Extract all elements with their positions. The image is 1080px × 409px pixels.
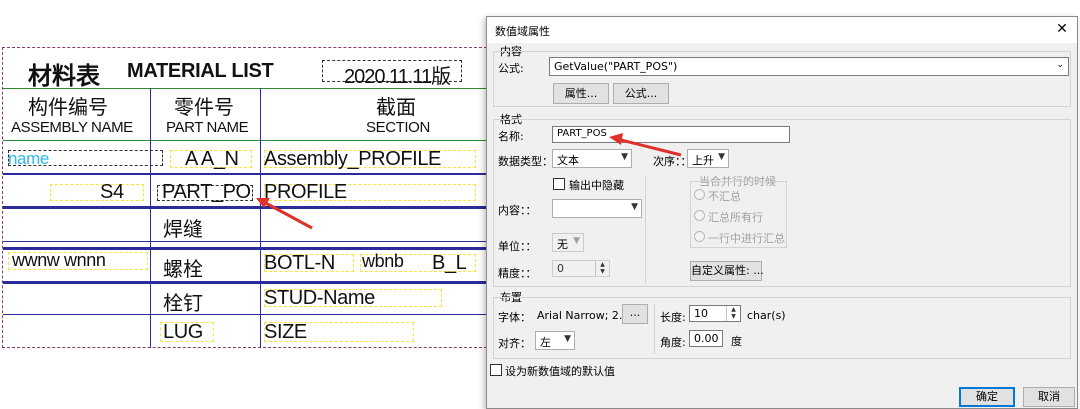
radio-summary-all[interactable] (694, 210, 705, 221)
font-value: Arial Narrow; 2.5 (537, 309, 630, 322)
align-value: 左 (540, 336, 551, 349)
order-select[interactable]: 上升 ▼ (687, 149, 729, 168)
hide-in-output-label: 输出中隐藏 (569, 179, 624, 192)
format-separator (645, 175, 646, 283)
assembly-name-field: name (8, 149, 49, 168)
font-button[interactable]: ... (622, 304, 648, 324)
precision-spinner[interactable]: ▲ ▼ (595, 261, 609, 276)
chevron-down-icon: ▼ (631, 202, 638, 212)
header-section-en: SECTION (366, 119, 430, 136)
row-line-5 (3, 314, 491, 315)
default-checkbox-label: 设为新数值域的默认值 (505, 365, 615, 378)
header-section-cn: 截面 (376, 95, 416, 119)
chevron-down-icon: ▼ (573, 236, 580, 246)
header-assembly-en: ASSEMBLY NAME (11, 119, 133, 136)
angle-unit: 度 (731, 335, 742, 348)
header-bottom-line (3, 140, 491, 141)
row1-section: Assembly_PROFILE (264, 148, 441, 170)
row3-part: 焊缝 (163, 217, 203, 241)
row-line-3 (3, 241, 491, 242)
row-line-4 (3, 281, 491, 284)
column-divider-1 (150, 88, 151, 348)
length-unit: char(s) (747, 309, 786, 322)
row1-part: A A_N (185, 148, 239, 170)
formula-button[interactable]: 公式... (613, 83, 669, 104)
layout-group (493, 297, 1071, 359)
row2-part-pos: PART_PO (162, 181, 251, 203)
row5-part: 栓钉 (163, 291, 203, 315)
angle-input[interactable]: 0.00 (689, 330, 723, 347)
order-value: 上升 (692, 154, 714, 167)
align-select[interactable]: 左 ▼ (535, 331, 575, 350)
unit-label: 单位：： (498, 240, 537, 253)
unit-value: 无 (557, 238, 568, 251)
close-icon[interactable]: ✕ (1053, 20, 1071, 38)
row4-part: 螺栓 (163, 257, 203, 281)
row6-part: LUG (163, 321, 203, 343)
cancel-button[interactable]: 取消 (1023, 387, 1075, 407)
row4-extra1: wbnb (362, 251, 404, 271)
radio-no-summary[interactable] (694, 189, 705, 200)
header-assembly-cn: 构件编号 (28, 95, 108, 119)
row6-section: SIZE (264, 321, 307, 343)
row4-assembly: wwnw wnnn (12, 250, 106, 270)
length-label: 长度: (660, 311, 686, 324)
default-checkbox[interactable] (490, 364, 502, 376)
angle-label: 角度: (660, 336, 686, 349)
font-label: 字体： (498, 311, 531, 324)
header-part-en: PART NAME (166, 119, 249, 136)
align-label: 对齐： (498, 337, 531, 350)
datatype-value: 文本 (557, 154, 579, 167)
ok-button[interactable]: 确定 (959, 387, 1015, 407)
row4-extra2: B_L (432, 252, 467, 274)
custom-properties-button[interactable]: 自定义属性: ... (690, 261, 764, 281)
formula-dropdown-icon[interactable]: ⌄ (1056, 60, 1064, 70)
length-spinner[interactable]: ▲ ▼ (726, 306, 740, 321)
content-select[interactable]: ▼ (552, 199, 642, 218)
radio-summary-one-label: 一行中进行汇总 (708, 232, 785, 245)
precision-value: 0 (557, 262, 564, 275)
formula-value: GetValue("PART_POS") (554, 60, 678, 73)
hide-in-output-checkbox[interactable] (553, 178, 565, 190)
dialog-titlebar[interactable]: 数值域属性 ✕ (487, 17, 1077, 43)
red-arrow-left (256, 198, 313, 230)
revision-date: 2020.11.11版 (344, 66, 451, 88)
red-arrow-right (609, 133, 682, 157)
row-line-1 (3, 173, 491, 175)
chevron-down-icon: ▼ (564, 334, 571, 344)
row-line-2 (3, 206, 491, 209)
formula-input[interactable]: GetValue("PART_POS") ⌄ (549, 57, 1069, 76)
row2-assembly: S4 (100, 181, 124, 203)
material-list-drawing: 材料表 MATERIAL LIST 2020.11.11版 构件编号 ASSEM… (0, 0, 520, 409)
name-label: 名称: (498, 130, 524, 143)
title-en: MATERIAL LIST (127, 60, 274, 82)
header-part-cn: 零件号 (174, 95, 234, 119)
title-cn: 材料表 (28, 61, 100, 90)
radio-summary-all-label: 汇总所有行 (708, 211, 763, 224)
row5-section: STUD-Name (264, 287, 375, 309)
formula-label: 公式: (498, 62, 524, 75)
content-label: 内容：： (498, 204, 537, 217)
radio-no-summary-label: 不汇总 (708, 190, 741, 203)
properties-button[interactable]: 属性... (553, 83, 609, 104)
radio-summary-one[interactable] (694, 231, 705, 242)
row4-section: BOTL-N (264, 252, 335, 274)
datatype-label: 数据类型： (498, 155, 553, 168)
unit-select[interactable]: 无 ▼ (552, 233, 584, 252)
value-field-properties-dialog: 数值域属性 ✕ 内容 公式: GetValue("PART_POS") ⌄ 属性… (486, 16, 1078, 409)
layout-separator (654, 304, 655, 354)
length-input[interactable]: 10 ▲ ▼ (689, 305, 741, 322)
assembly-field-box-2 (50, 184, 144, 201)
precision-input[interactable]: 0 ▲ ▼ (552, 260, 610, 277)
precision-label: 精度：： (498, 267, 537, 280)
dialog-title: 数值域属性 (495, 25, 550, 38)
length-value: 10 (694, 307, 708, 320)
chevron-down-icon: ▼ (718, 152, 725, 162)
